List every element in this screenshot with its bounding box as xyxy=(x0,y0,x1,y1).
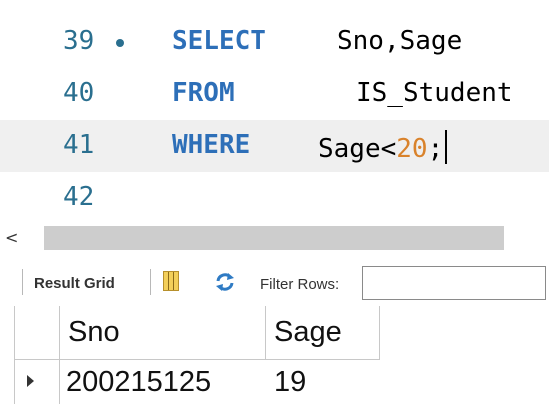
sql-keyword-where: WHERE xyxy=(172,130,251,160)
statement-marker-icon xyxy=(116,39,124,47)
table-name: IS_Student xyxy=(356,78,513,108)
column-header-label: Sno xyxy=(68,316,120,348)
toolbar-grip xyxy=(22,269,23,295)
statement-terminator: ; xyxy=(427,134,444,164)
line-number: 41 xyxy=(63,130,95,160)
where-value: 20 xyxy=(396,134,428,164)
filter-rows-label: Filter Rows: xyxy=(260,276,340,293)
grid-layout-icon[interactable] xyxy=(163,271,179,291)
grid-header: Sno Sage xyxy=(14,306,380,360)
line-number: 39 xyxy=(63,26,95,56)
column-header-label: Sage xyxy=(274,316,342,348)
where-column: Sage xyxy=(318,134,381,164)
code-line-40[interactable]: 40 FROM IS_Student xyxy=(0,68,549,120)
toolbar-separator xyxy=(150,269,151,295)
current-row-arrow-icon xyxy=(27,375,34,387)
cell-sage[interactable]: 19 xyxy=(274,366,306,399)
row-gutter-divider xyxy=(59,360,60,404)
grid-corner-cell[interactable] xyxy=(14,306,60,360)
sql-editor[interactable]: 39 SELECT Sno,Sage 40 FROM IS_Student 41… xyxy=(0,0,549,226)
refresh-icon[interactable] xyxy=(213,270,237,294)
scrollbar-thumb[interactable] xyxy=(44,226,504,250)
sql-keyword-from: FROM xyxy=(172,78,235,108)
line-number: 40 xyxy=(63,78,95,108)
sql-keyword-select: SELECT xyxy=(172,26,266,56)
result-grid: Sno Sage 200215125 19 xyxy=(14,306,549,404)
where-operator: < xyxy=(380,134,397,164)
editor-horizontal-scrollbar[interactable]: < xyxy=(0,226,549,250)
where-condition: Sage<20; xyxy=(318,130,448,164)
results-toolbar: Result Grid Filter Rows: xyxy=(0,264,549,302)
result-grid-tab[interactable]: Result Grid xyxy=(34,275,115,292)
cell-sno[interactable]: 200215125 xyxy=(66,366,211,399)
table-row[interactable]: 200215125 19 xyxy=(14,360,380,404)
column-header-sage[interactable]: Sage xyxy=(266,306,380,360)
select-columns: Sno,Sage xyxy=(337,26,463,56)
text-cursor xyxy=(445,130,448,164)
line-number: 42 xyxy=(63,182,95,212)
grid-left-border xyxy=(14,306,15,404)
code-line-41[interactable]: 41 WHERE Sage<20; xyxy=(0,120,549,172)
code-line-39[interactable]: 39 SELECT Sno,Sage xyxy=(0,16,549,68)
code-line-42[interactable]: 42 xyxy=(0,172,549,224)
column-header-sno[interactable]: Sno xyxy=(60,306,266,360)
scroll-left-arrow-icon[interactable]: < xyxy=(5,228,18,247)
filter-rows-input[interactable] xyxy=(362,266,546,300)
